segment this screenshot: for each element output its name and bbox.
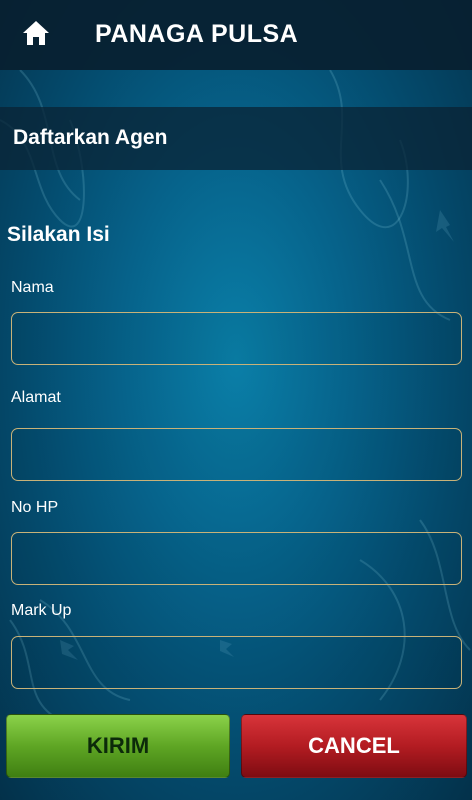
app-title: PANAGA PULSA: [95, 20, 299, 48]
kirim-button[interactable]: KIRIM: [6, 714, 230, 778]
nama-label: Nama: [11, 279, 54, 296]
app-bar: PANAGA PULSA: [0, 0, 472, 70]
alamat-input[interactable]: [11, 428, 462, 481]
home-icon[interactable]: [22, 20, 50, 46]
mark-up-label: Mark Up: [11, 602, 72, 619]
no-hp-label: No HP: [11, 499, 59, 516]
cancel-button[interactable]: CANCEL: [241, 714, 467, 778]
no-hp-input[interactable]: [11, 532, 462, 585]
mark-up-input[interactable]: [11, 636, 462, 689]
form-heading: Silakan Isi: [7, 223, 110, 246]
section-title: Daftarkan Agen: [13, 126, 168, 149]
section-header: Daftarkan Agen: [0, 107, 472, 170]
alamat-label: Alamat: [11, 389, 61, 406]
nama-input[interactable]: [11, 312, 462, 365]
